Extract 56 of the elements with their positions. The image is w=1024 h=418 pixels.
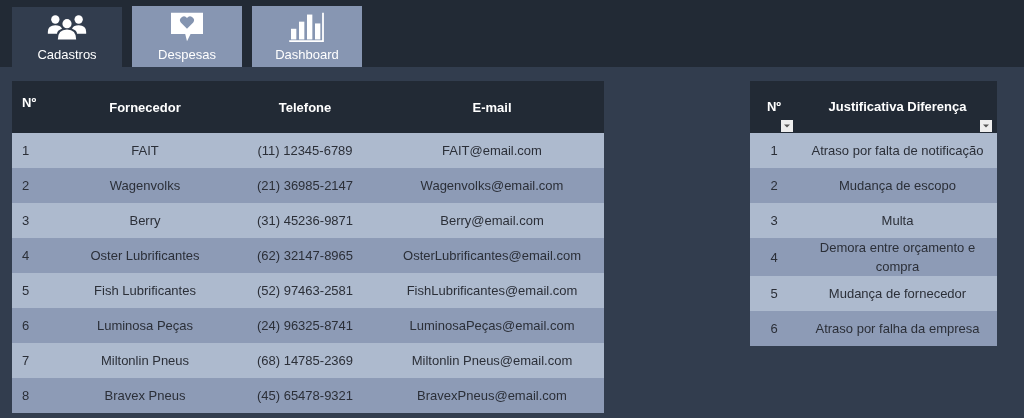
- table-cell: (45) 65478-9321: [230, 378, 380, 413]
- table-cell: (52) 97463-2581: [230, 273, 380, 308]
- table-cell: 1: [750, 133, 798, 168]
- table-cell: 3: [750, 203, 798, 238]
- table-cell: 7: [12, 343, 60, 378]
- table-cell: 2: [12, 168, 60, 203]
- table-cell: Berry: [60, 203, 230, 238]
- nav-tab[interactable]: Despesas: [132, 6, 242, 67]
- table-cell: 4: [750, 238, 798, 276]
- table-cell: (68) 14785-2369: [230, 343, 380, 378]
- table-cell: (62) 32147-8965: [230, 238, 380, 273]
- table-cell: Mudança de fornecedor: [798, 276, 997, 311]
- table-cell: (31) 45236-9871: [230, 203, 380, 238]
- table-cell: (11) 12345-6789: [230, 133, 380, 168]
- table-cell: 5: [750, 276, 798, 311]
- table-cell: Miltonlin Pneus@email.com: [380, 343, 604, 378]
- column-header: Nº: [766, 99, 782, 116]
- table-cell: Oster Lubrificantes: [60, 238, 230, 273]
- filter-button[interactable]: [781, 120, 793, 132]
- column-header: Nº: [12, 81, 60, 133]
- table-cell: (24) 96325-8741: [230, 308, 380, 343]
- table-cell: (21) 36985-2147: [230, 168, 380, 203]
- table-cell: OsterLubrificantes@email.com: [380, 238, 604, 273]
- table-cell: FishLubrificantes@email.com: [380, 273, 604, 308]
- nav-tab[interactable]: Dashboard: [252, 6, 362, 67]
- table-cell: 5: [12, 273, 60, 308]
- column-header: Justificativa Diferença: [828, 99, 967, 116]
- table-cell: Atraso por falha da empresa: [798, 311, 997, 346]
- filter-button[interactable]: [980, 120, 992, 132]
- table-cell: BravexPneus@email.com: [380, 378, 604, 413]
- table-cell: Demora entre orçamento e compra: [798, 238, 997, 276]
- table-cell: Berry@email.com: [380, 203, 604, 238]
- table-cell: Atraso por falta de notificação: [798, 133, 997, 168]
- table-cell: Miltonlin Pneus: [60, 343, 230, 378]
- table-cell: 1: [12, 133, 60, 168]
- table-cell: 6: [750, 311, 798, 346]
- table-cell: 3: [12, 203, 60, 238]
- table-cell: Bravex Pneus: [60, 378, 230, 413]
- column-header: Fornecedor: [60, 81, 230, 133]
- table-cell: FAIT@email.com: [380, 133, 604, 168]
- bar-chart-icon: [287, 11, 327, 43]
- table-cell: Fish Lubrificantes: [60, 273, 230, 308]
- table-cell: Luminosa Peças: [60, 308, 230, 343]
- column-header: Telefone: [230, 81, 380, 133]
- nav-tab[interactable]: Cadastros: [12, 7, 122, 67]
- table-cell: 2: [750, 168, 798, 203]
- table-cell: Wagenvolks: [60, 168, 230, 203]
- table-cell: 6: [12, 308, 60, 343]
- table-cell: 8: [12, 378, 60, 413]
- column-header: E-mail: [380, 81, 604, 133]
- table-cell: Mudança de escopo: [798, 168, 997, 203]
- table-cell: LuminosaPeças@email.com: [380, 308, 604, 343]
- table-cell: Wagenvolks@email.com: [380, 168, 604, 203]
- table-cell: 4: [12, 238, 60, 273]
- table-cell: FAIT: [60, 133, 230, 168]
- table-cell: Multa: [798, 203, 997, 238]
